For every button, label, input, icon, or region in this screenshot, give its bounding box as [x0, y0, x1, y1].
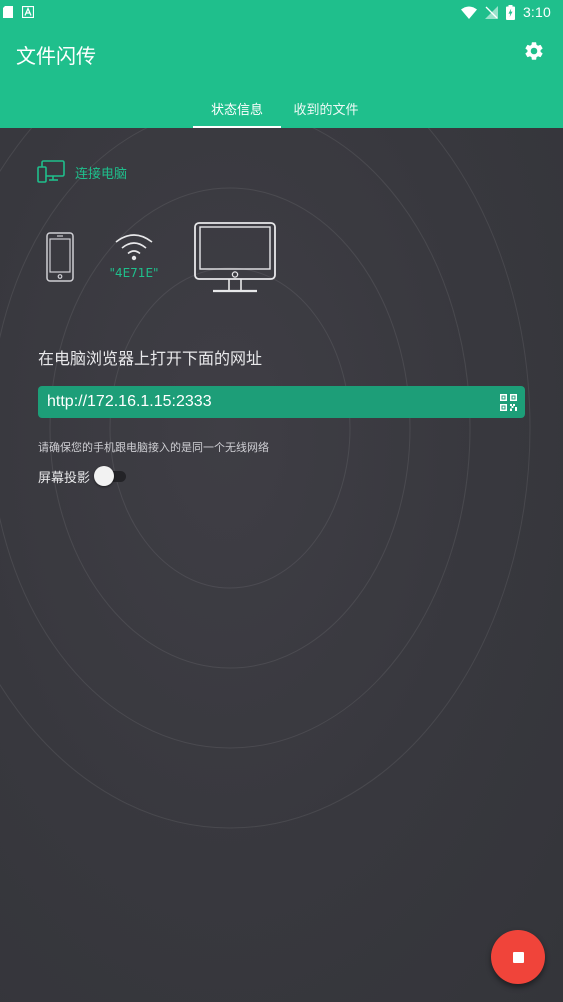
network-note: 请确保您的手机跟电脑接入的是同一个无线网络 [38, 441, 269, 454]
tab-bar: 状态信息 收到的文件 [0, 88, 563, 128]
toggle-thumb [94, 466, 115, 486]
screen-projection-label: 屏幕投影 [38, 470, 91, 486]
stop-button[interactable] [491, 930, 545, 984]
status-left [0, 5, 34, 19]
connect-computer-label: 连接电脑 [75, 166, 128, 182]
qr-code-icon [499, 393, 517, 411]
app-bar: 文件闪传 状态信息 收到的文件 [0, 24, 563, 128]
battery-charging-icon [505, 4, 515, 20]
desktop-phone-icon [37, 160, 65, 183]
no-signal-icon [484, 5, 498, 19]
phone-icon [46, 232, 74, 282]
app-title: 文件闪传 [16, 44, 96, 68]
tab-received-files[interactable]: 收到的文件 [282, 88, 370, 128]
screen-projection-toggle[interactable] [94, 466, 128, 486]
connect-computer-row: 连接电脑 [37, 160, 127, 184]
monitor-icon [194, 222, 276, 293]
qr-code-button[interactable] [499, 393, 517, 411]
gear-icon [525, 42, 543, 60]
instruction-text: 在电脑浏览器上打开下面的网址 [38, 349, 263, 368]
wifi-ssid: "4E71E" [109, 266, 159, 280]
sd-card-icon [3, 6, 13, 18]
stop-icon [512, 951, 524, 963]
wifi-icon [115, 234, 153, 261]
wifi-signal-icon [460, 6, 477, 19]
status-bar: 3:10 [0, 0, 563, 24]
notification-a-icon [22, 6, 34, 18]
status-time: 3:10 [522, 4, 551, 20]
tab-status-info[interactable]: 状态信息 [193, 88, 281, 128]
status-right: 3:10 [460, 4, 551, 20]
screen-projection-row: 屏幕投影 [38, 466, 128, 486]
settings-button[interactable] [521, 38, 547, 64]
connection-illustration: "4E71E" [0, 220, 563, 300]
url-text[interactable]: http://172.16.1.15:2333 [47, 393, 212, 411]
url-field[interactable]: http://172.16.1.15:2333 [38, 386, 525, 418]
